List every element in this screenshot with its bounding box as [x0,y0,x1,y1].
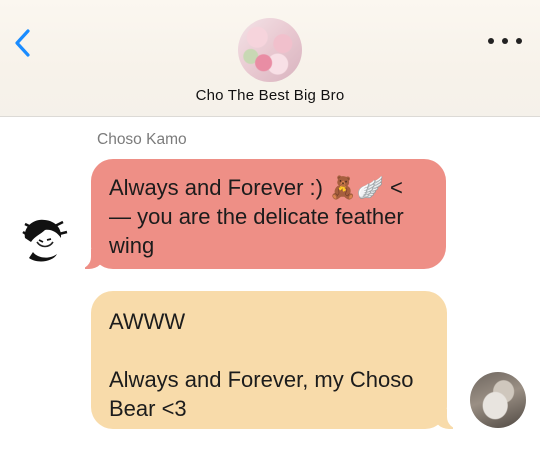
chat-header: Cho The Best Big Bro [0,0,540,117]
own-avatar[interactable] [470,372,526,428]
chat-title[interactable]: Cho The Best Big Bro [0,87,540,104]
ellipsis-dot [516,38,522,44]
back-button[interactable] [10,26,36,60]
chevron-left-icon [15,29,30,57]
sender-avatar[interactable] [15,212,71,268]
sender-name: Choso Kamo [97,131,187,148]
group-avatar[interactable] [238,18,302,82]
ellipsis-dot [502,38,508,44]
more-options-button[interactable] [488,34,522,48]
message-bubble-outgoing[interactable]: AWWW Always and Forever, my Choso Bear <… [91,291,447,429]
sketch-portrait-icon [15,212,71,268]
message-bubble-incoming[interactable]: Always and Forever :) 🧸🪽 < — you are the… [91,159,446,269]
ellipsis-icon [488,38,494,44]
